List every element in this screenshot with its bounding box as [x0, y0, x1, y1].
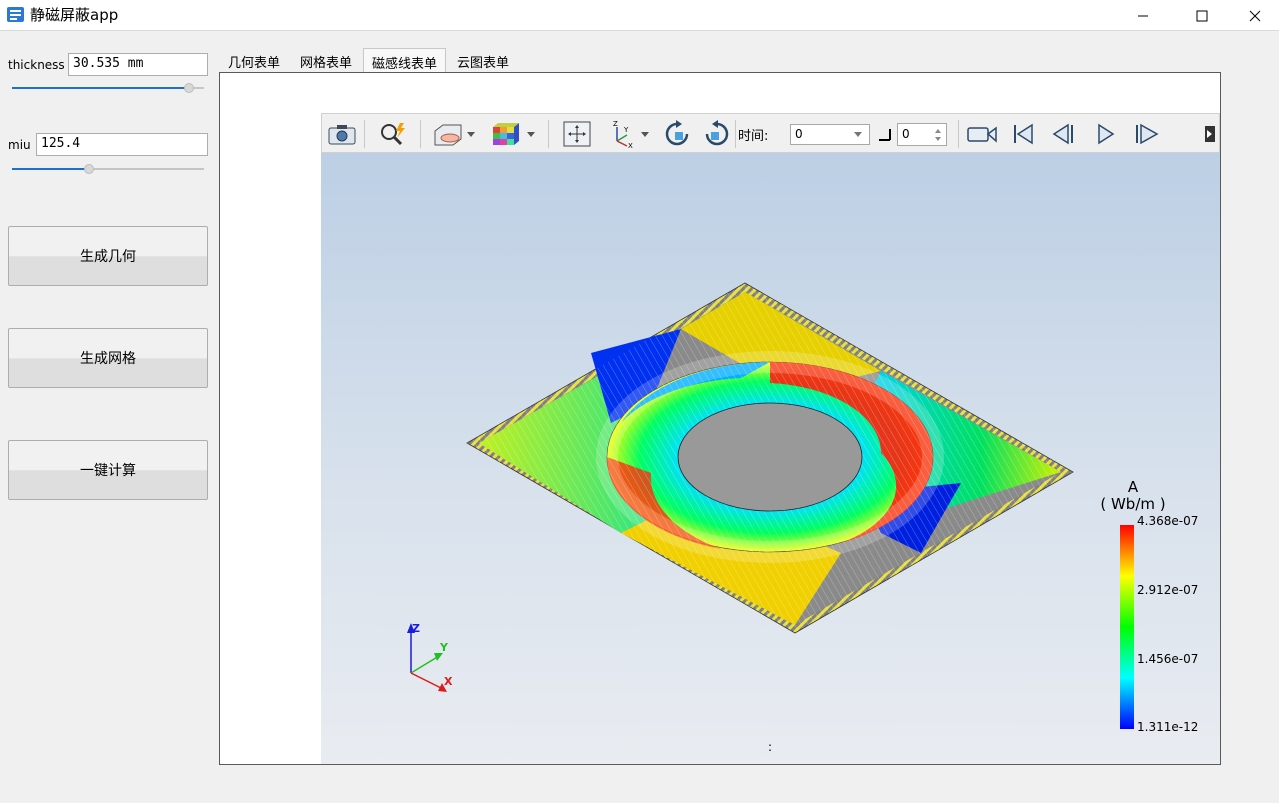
screenshot-button[interactable] — [326, 118, 358, 150]
color-cube-icon — [493, 123, 535, 145]
next-frame-icon — [1136, 123, 1159, 145]
slider-thumb[interactable] — [83, 164, 94, 174]
colorbar-unit: ( Wb/m ) — [1100, 495, 1165, 513]
maximize-button[interactable] — [1178, 0, 1226, 31]
field-line-plot[interactable]: Z Y X A ( Wb/m ) 4.368e-07 2.912e-07 1.4… — [321, 153, 1220, 764]
thickness-input[interactable]: 30.535 mm — [68, 53, 208, 76]
tab-mesh[interactable]: 网格表单 — [292, 48, 360, 73]
step-spinbox[interactable]: 0 — [897, 123, 947, 146]
axis-x-label: X — [444, 675, 453, 688]
viewer-panel: Z Y X 时间: 0 0 Z Y X A (Wb/m) 4.368e-07… — [321, 113, 1220, 764]
spin-arrows-icon[interactable] — [934, 127, 942, 143]
colorbar-tick-min: 1.311e-12 — [1137, 720, 1198, 734]
time-value: 0 — [795, 127, 803, 141]
bottom-annotation: : — [768, 740, 772, 754]
zoom-magic-icon — [381, 123, 405, 146]
minimize-icon — [1138, 15, 1148, 16]
time-label: 时间: — [738, 129, 769, 144]
viewer-toolbar: Z Y X 时间: 0 0 — [321, 113, 1220, 153]
slider-thumb[interactable] — [183, 83, 194, 93]
first-frame-button[interactable] — [1008, 118, 1038, 150]
tab-geometry[interactable]: 几何表单 — [220, 48, 288, 73]
prev-frame-icon — [1052, 123, 1073, 145]
clip-box-icon — [434, 124, 475, 146]
chevron-down-icon — [854, 132, 862, 137]
color-map-button[interactable] — [488, 118, 538, 150]
miu-slider[interactable] — [12, 162, 204, 176]
title-bar: 静磁屏蔽app — [0, 0, 1279, 31]
miu-input[interactable]: 125.4 — [36, 133, 208, 156]
zoom-to-selection-button[interactable] — [376, 118, 410, 150]
next-frame-button[interactable] — [1130, 118, 1164, 150]
colorbar-tick-max: 4.368e-07 — [1137, 514, 1198, 528]
axis-z-label: Z — [412, 622, 420, 635]
axis-y-label: Y — [439, 641, 449, 654]
more-icon — [1205, 126, 1215, 142]
record-icon — [967, 126, 997, 143]
app-icon — [7, 7, 24, 22]
axes-orientation-icon: Z Y X — [613, 120, 649, 149]
close-button[interactable] — [1231, 0, 1279, 31]
first-frame-icon — [1014, 123, 1033, 145]
tab-field-lines[interactable]: 磁感线表单 — [363, 48, 446, 74]
colorbar-gradient — [1120, 525, 1134, 729]
record-button[interactable] — [964, 118, 1000, 150]
prev-frame-button[interactable] — [1048, 118, 1078, 150]
colorbar-tick-1: 1.456e-07 — [1137, 652, 1198, 666]
toolbar-overflow-button[interactable] — [1202, 118, 1218, 150]
axes-triad: Z Y X — [407, 622, 453, 692]
colorbar-title: A — [1128, 478, 1139, 496]
rotate-ccw-button[interactable] — [700, 118, 734, 150]
miu-label: miu — [8, 138, 31, 152]
3d-scene[interactable]: Z Y X A ( Wb/m ) 4.368e-07 2.912e-07 1.4… — [321, 153, 1220, 764]
svg-text:Y: Y — [623, 126, 629, 134]
generate-geometry-button[interactable]: 生成几何 — [8, 226, 208, 286]
thickness-label: thickness — [8, 58, 65, 72]
axes-orientation-button[interactable]: Z Y X — [606, 118, 654, 150]
colorbar: A ( Wb/m ) 4.368e-07 2.912e-07 1.456e-07… — [1100, 478, 1198, 734]
left-panel: thickness 30.535 mm miu 125.4 生成几何 生成网格 … — [0, 31, 216, 803]
step-value: 0 — [902, 127, 910, 141]
svg-text:Z: Z — [613, 120, 618, 128]
play-icon — [1098, 123, 1115, 145]
window-title: 静磁屏蔽app — [30, 6, 119, 24]
close-icon — [1249, 10, 1261, 21]
generate-mesh-button[interactable]: 生成网格 — [8, 328, 208, 388]
tab-contour[interactable]: 云图表单 — [449, 48, 517, 73]
step-icon — [879, 129, 891, 141]
compute-button[interactable]: 一键计算 — [8, 440, 208, 500]
svg-text:X: X — [628, 142, 633, 149]
fit-view-icon — [563, 121, 591, 147]
fit-view-button[interactable] — [560, 118, 594, 150]
camera-icon — [328, 125, 356, 145]
minimize-button[interactable] — [1119, 0, 1167, 31]
clip-tool-button[interactable] — [430, 118, 478, 150]
rotate-ccw-icon — [705, 120, 729, 146]
rotate-cw-icon — [665, 120, 689, 146]
thickness-slider[interactable] — [12, 81, 204, 95]
rotate-cw-button[interactable] — [660, 118, 694, 150]
maximize-icon — [1196, 10, 1208, 21]
play-button[interactable] — [1090, 118, 1120, 150]
colorbar-tick-2: 2.912e-07 — [1137, 583, 1198, 597]
time-select[interactable]: 0 — [790, 124, 870, 145]
